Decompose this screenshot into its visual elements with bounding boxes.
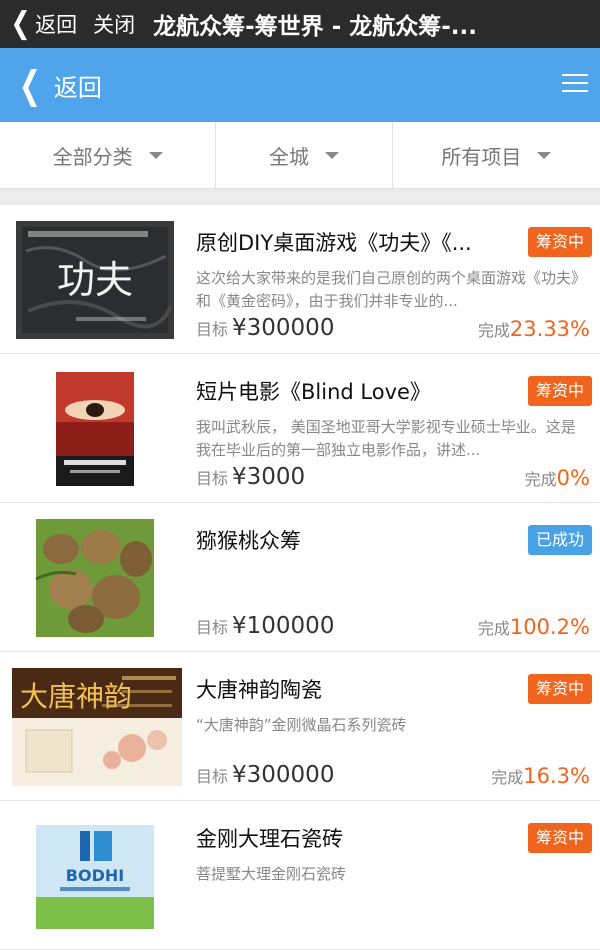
app-navbar: ❮ 返回 <box>0 48 600 122</box>
page-title: 龙航众筹-筹世界 - 龙航众筹-... <box>153 14 478 40</box>
completion-value: 0% <box>556 466 590 490</box>
browser-titlebar: ❮ 返回 关闭 龙航众筹-筹世界 - 龙航众筹-... <box>0 0 600 48</box>
project-list: 功夫 原创DIY桌面游戏《功夫》《... 筹资中 这次给大家带来的是我们自己原创… <box>0 205 600 950</box>
target-label: 目标 <box>196 320 229 339</box>
project-name[interactable]: 猕猴桃众筹 <box>196 525 516 555</box>
target-amount: 目标 ¥3000 <box>196 464 305 490</box>
target-label: 目标 <box>196 469 229 488</box>
status-badge: 筹资中 <box>527 823 592 853</box>
filter-category[interactable]: 全部分类 <box>0 122 217 188</box>
project-item[interactable]: BODHI 金刚大理石瓷砖 筹资中 菩提墅大理金刚石瓷砖 <box>0 801 600 950</box>
chevron-left-icon: ❮ <box>10 6 31 41</box>
caret-down-icon <box>324 151 339 159</box>
project-item[interactable]: 大唐神韵 大唐神韵陶瓷 筹资中 “大唐神韵”金刚微晶石系列瓷砖 目标 ¥30000… <box>0 652 600 801</box>
caret-down-icon <box>537 151 552 159</box>
project-description: 菩提墅大理金刚石瓷砖 <box>196 865 347 883</box>
project-name[interactable]: 原创DIY桌面游戏《功夫》《... <box>196 227 516 257</box>
status-badge: 筹资中 <box>527 674 592 704</box>
project-item[interactable]: 猕猴桃众筹 已成功 目标 ¥100000 完成100.2% <box>0 503 600 652</box>
titlebar-close-button[interactable]: 关闭 <box>93 9 135 39</box>
target-amount: 目标 ¥300000 <box>196 762 334 788</box>
filter-projects[interactable]: 所有项目 <box>393 122 600 188</box>
hamburger-menu-icon[interactable] <box>562 74 588 98</box>
completion-value: 23.33% <box>509 317 590 341</box>
completion-label: 完成 <box>477 321 510 340</box>
datang-title-text: 大唐神韵 <box>20 680 132 713</box>
project-item[interactable]: 短片电影《Blind Love》 筹资中 我叫武秋辰， 美国圣地亚哥大学影视专业… <box>0 354 600 503</box>
completion: 完成100.2% <box>478 615 590 639</box>
filter-projects-label: 所有项目 <box>441 144 522 169</box>
chevron-left-icon[interactable]: ❮ <box>19 66 41 104</box>
project-name[interactable]: 金刚大理石瓷砖 <box>196 823 516 853</box>
status-badge: 已成功 <box>527 525 592 555</box>
project-description: 这次给大家带来的是我们自己原创的两个桌面游戏《功夫》和《黄金密码》，由于我们并非… <box>196 269 587 310</box>
section-divider <box>0 189 600 205</box>
kiwi-fruit-image <box>16 519 174 637</box>
completion-label: 完成 <box>477 619 510 638</box>
target-amount: 目标 ¥300000 <box>196 315 334 341</box>
ceramic-banner-image: 大唐神韵 <box>12 668 182 786</box>
project-description: “大唐神韵”金刚微晶石系列瓷砖 <box>196 716 407 734</box>
bodhi-logo-text: BODHI <box>66 866 124 885</box>
titlebar-back-button[interactable]: ❮ 返回 <box>8 6 78 41</box>
project-description: 我叫武秋辰， 美国圣地亚哥大学影视专业硕士毕业。这是我在毕业后的第一部独立电影作… <box>196 418 576 459</box>
target-label: 目标 <box>196 767 229 786</box>
target-label: 目标 <box>196 618 229 637</box>
project-name[interactable]: 大唐神韵陶瓷 <box>196 674 516 704</box>
completion-value: 16.3% <box>523 764 590 788</box>
kungfu-title-text: 功夫 <box>57 258 133 302</box>
filter-city-label: 全城 <box>268 144 309 169</box>
navbar-back-button[interactable]: 返回 <box>54 68 102 103</box>
filter-category-label: 全部分类 <box>52 144 133 169</box>
completion: 完成16.3% <box>491 764 590 788</box>
bodhi-logo-image: BODHI <box>16 817 174 935</box>
status-badge: 筹资中 <box>527 376 592 406</box>
status-badge: 筹资中 <box>527 227 592 257</box>
caret-down-icon <box>148 151 163 159</box>
target-value: ¥3000 <box>232 464 306 490</box>
filter-bar: 全部分类 全城 所有项目 <box>0 122 600 189</box>
kungfu-poster-image: 功夫 <box>16 221 174 339</box>
completion: 完成23.33% <box>478 317 590 341</box>
target-value: ¥100000 <box>232 613 335 639</box>
completion-value: 100.2% <box>509 615 590 639</box>
project-name[interactable]: 短片电影《Blind Love》 <box>196 376 516 406</box>
filter-city[interactable]: 全城 <box>216 122 393 188</box>
completion-label: 完成 <box>524 470 557 489</box>
project-item[interactable]: 功夫 原创DIY桌面游戏《功夫》《... 筹资中 这次给大家带来的是我们自己原创… <box>0 205 600 354</box>
movie-poster-image <box>16 370 174 488</box>
completion-label: 完成 <box>491 768 524 787</box>
titlebar-back-label: 返回 <box>35 13 78 37</box>
target-amount: 目标 ¥100000 <box>196 613 334 639</box>
completion: 完成0% <box>525 466 590 490</box>
target-value: ¥300000 <box>232 315 335 341</box>
target-value: ¥300000 <box>232 762 335 788</box>
